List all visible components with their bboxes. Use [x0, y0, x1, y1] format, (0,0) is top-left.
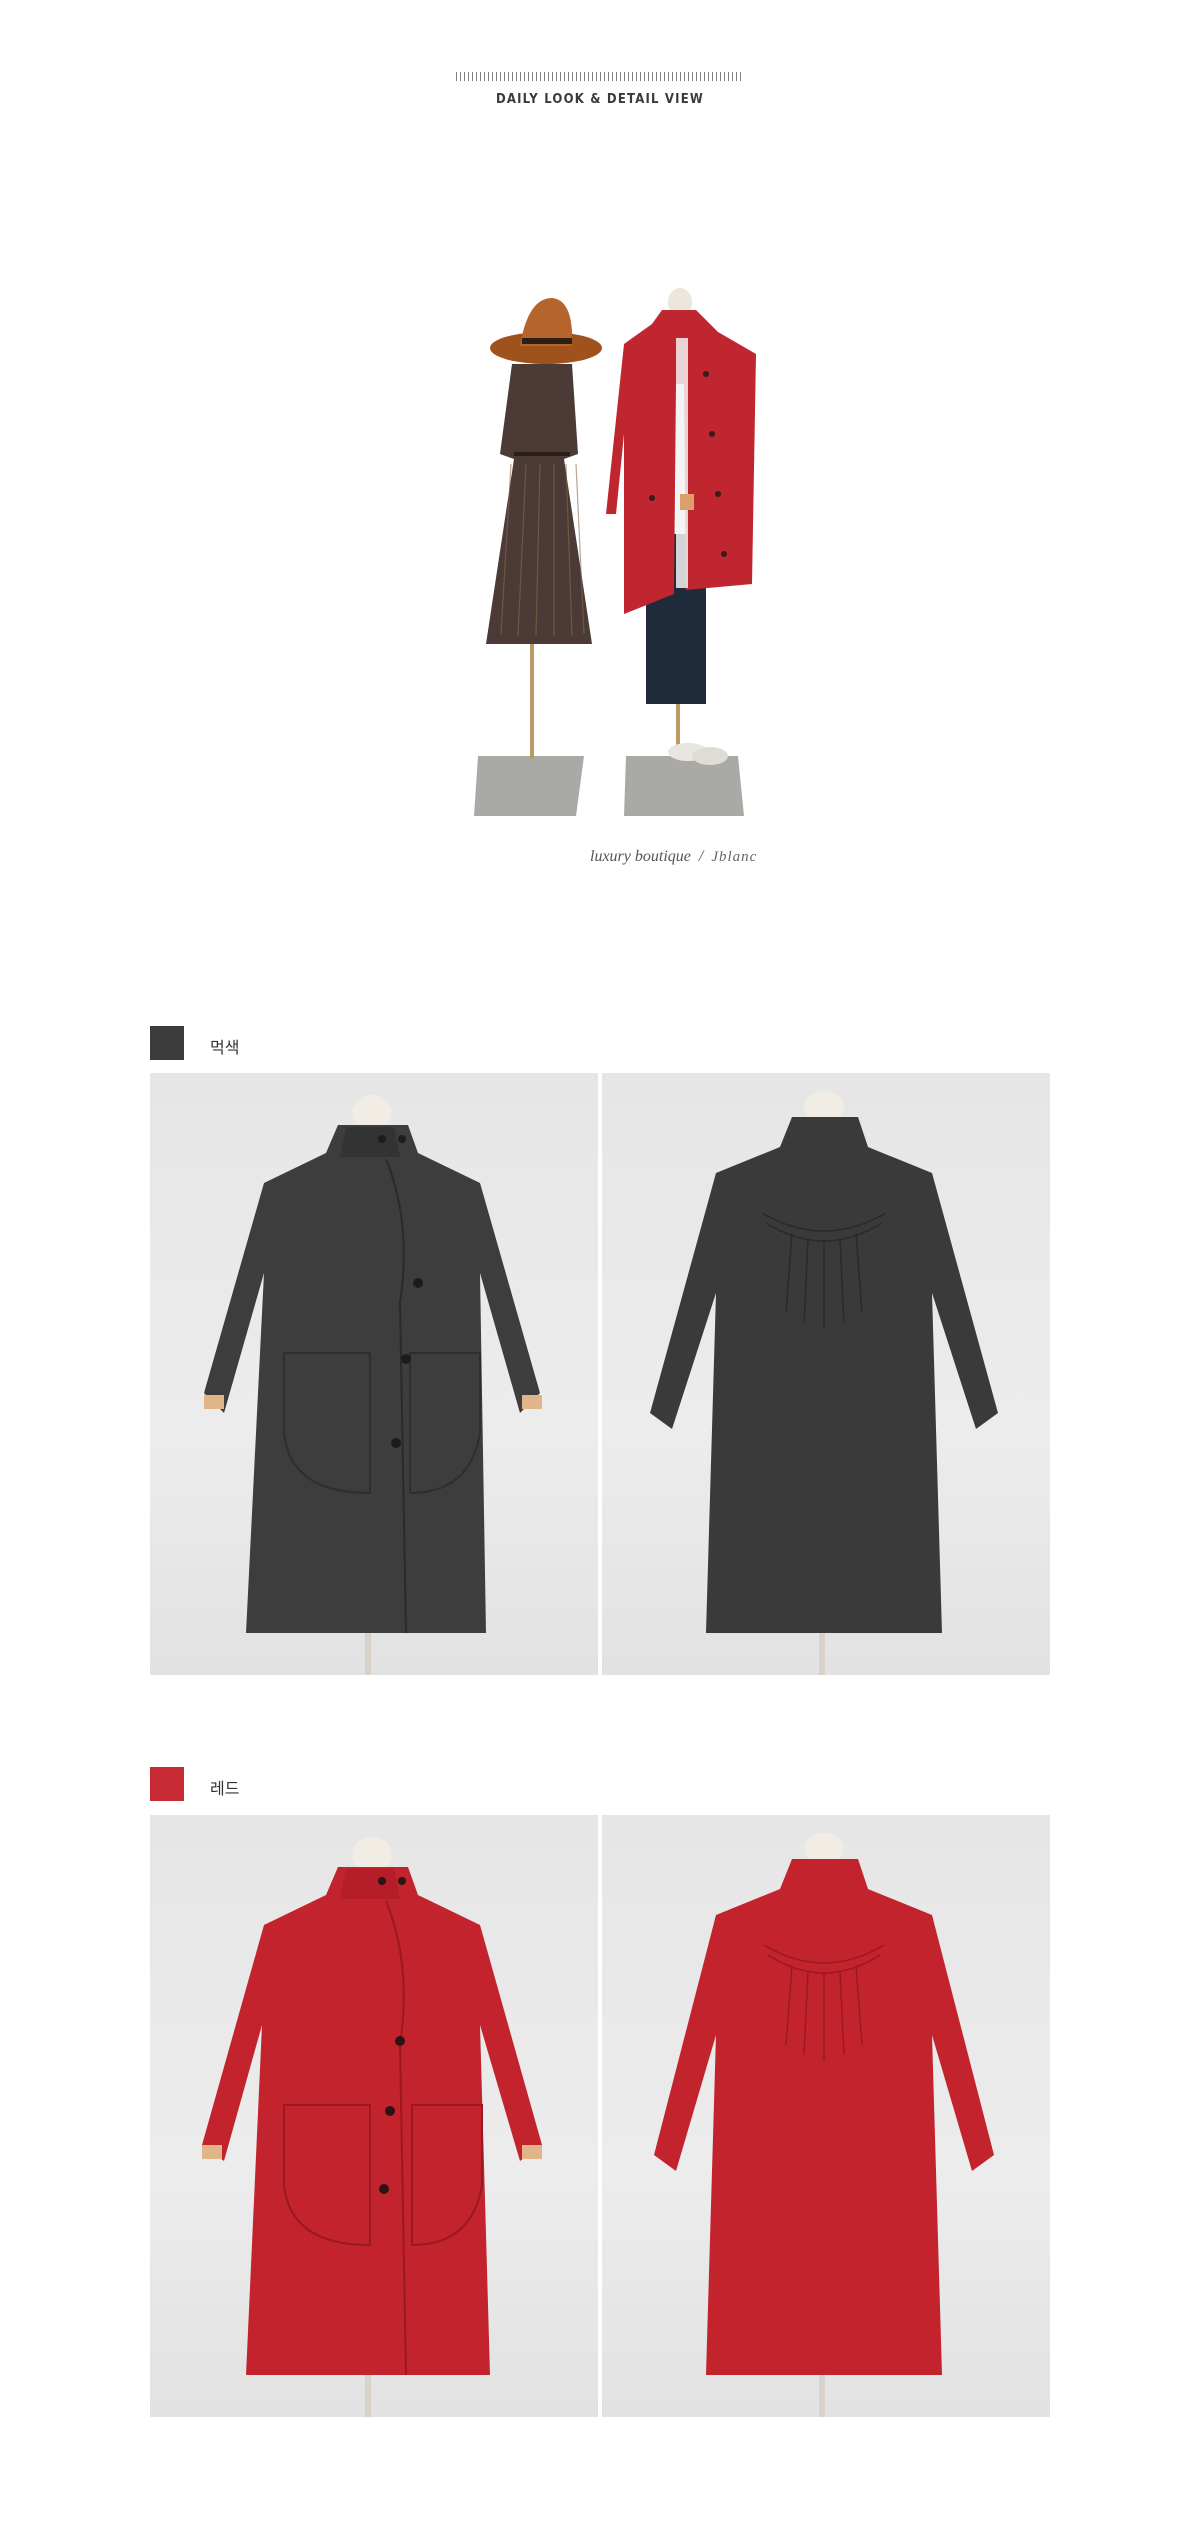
header-hatch-decoration [456, 72, 744, 81]
page-title: DAILY LOOK & DETAIL VIEW [495, 92, 705, 107]
color-name-red: 레드 [210, 1779, 240, 1798]
brand-script-logo: Jblanc [711, 849, 758, 865]
color-name-dark: 먹색 [210, 1038, 240, 1057]
product-photo-dark-back [602, 1073, 1050, 1675]
product-photo-red-front [150, 1815, 598, 2417]
daily-look-image [456, 284, 756, 824]
color-swatch-red [150, 1767, 184, 1801]
signature-text: luxury boutique [590, 848, 691, 865]
color-swatch-dark [150, 1026, 184, 1060]
product-photo-red-back [602, 1815, 1050, 2417]
boutique-signature: luxury boutique / Jblanc [590, 848, 757, 866]
signature-separator: / [698, 848, 704, 865]
product-photo-dark-front [150, 1073, 598, 1675]
